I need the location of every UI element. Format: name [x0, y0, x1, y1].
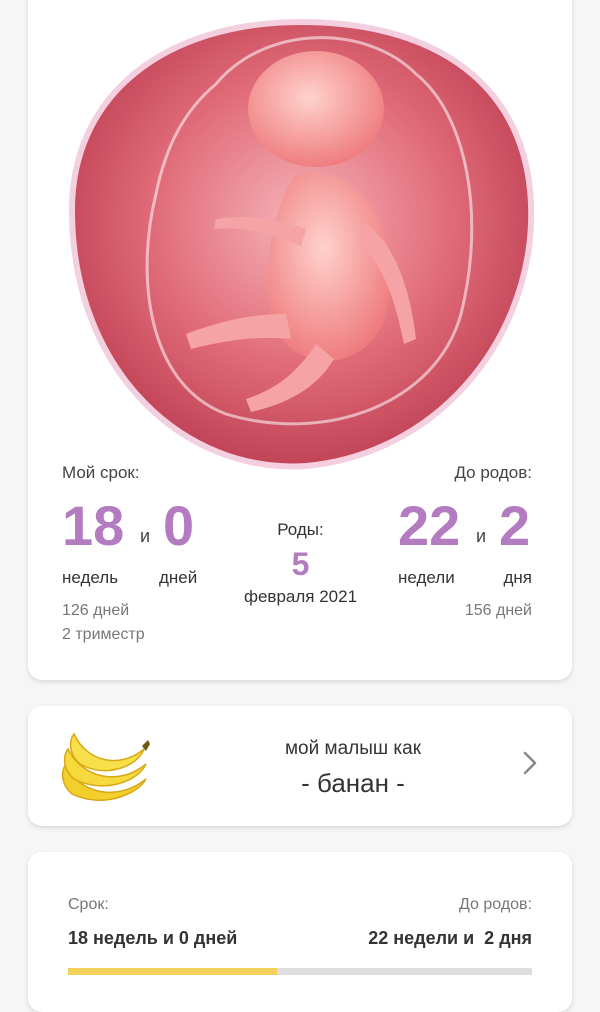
weeks-number: 18 [62, 494, 125, 557]
left-days-number: 2 [499, 494, 531, 557]
birth-label: Роды: [277, 520, 324, 539]
chevron-right-icon[interactable] [522, 750, 538, 781]
due-label: До родов: [454, 463, 532, 482]
weeks-unit: недель [62, 568, 119, 587]
birth-date: Роды: 5 февраля 2021 [228, 520, 373, 607]
and-connector: и [140, 526, 151, 546]
progress-bar [68, 968, 532, 975]
baby-size-card[interactable]: мой малыш как - банан - [28, 706, 572, 826]
days-unit: дней [159, 568, 198, 587]
term-value: 18 недель и 0 дней [68, 928, 238, 948]
baby-size-title: мой малыш как [284, 738, 422, 759]
left-days-unit: дня [503, 568, 532, 587]
embryo-image [66, 14, 536, 484]
due-label-progress: До родов: [459, 896, 532, 913]
due-value: 22 недели и 2 дня [368, 928, 532, 948]
progress-bar-fill [68, 968, 277, 975]
left-weeks-number: 22 [398, 494, 461, 557]
left-weeks-unit: недели [398, 568, 455, 587]
term-label: Срок: [68, 896, 109, 913]
trimester: 2 триместр [62, 626, 145, 643]
progress-card: Срок: До родов: 18 недель и 0 дней 22 не… [28, 852, 572, 1012]
my-term-label: Мой срок: [62, 463, 140, 482]
left-total-days: 156 дней [464, 602, 532, 619]
baby-size-fruit: - банан - [301, 768, 405, 798]
banana-icon [58, 724, 153, 809]
total-days: 126 дней [62, 602, 130, 619]
days-number: 0 [163, 494, 195, 557]
birth-month-year: февраля 2021 [243, 587, 358, 606]
birth-day: 5 [291, 546, 310, 582]
pregnancy-summary-card: Мой срок: До родов: 18 и 0 недель дней 1… [28, 0, 572, 680]
and-connector-2: и [476, 526, 487, 546]
